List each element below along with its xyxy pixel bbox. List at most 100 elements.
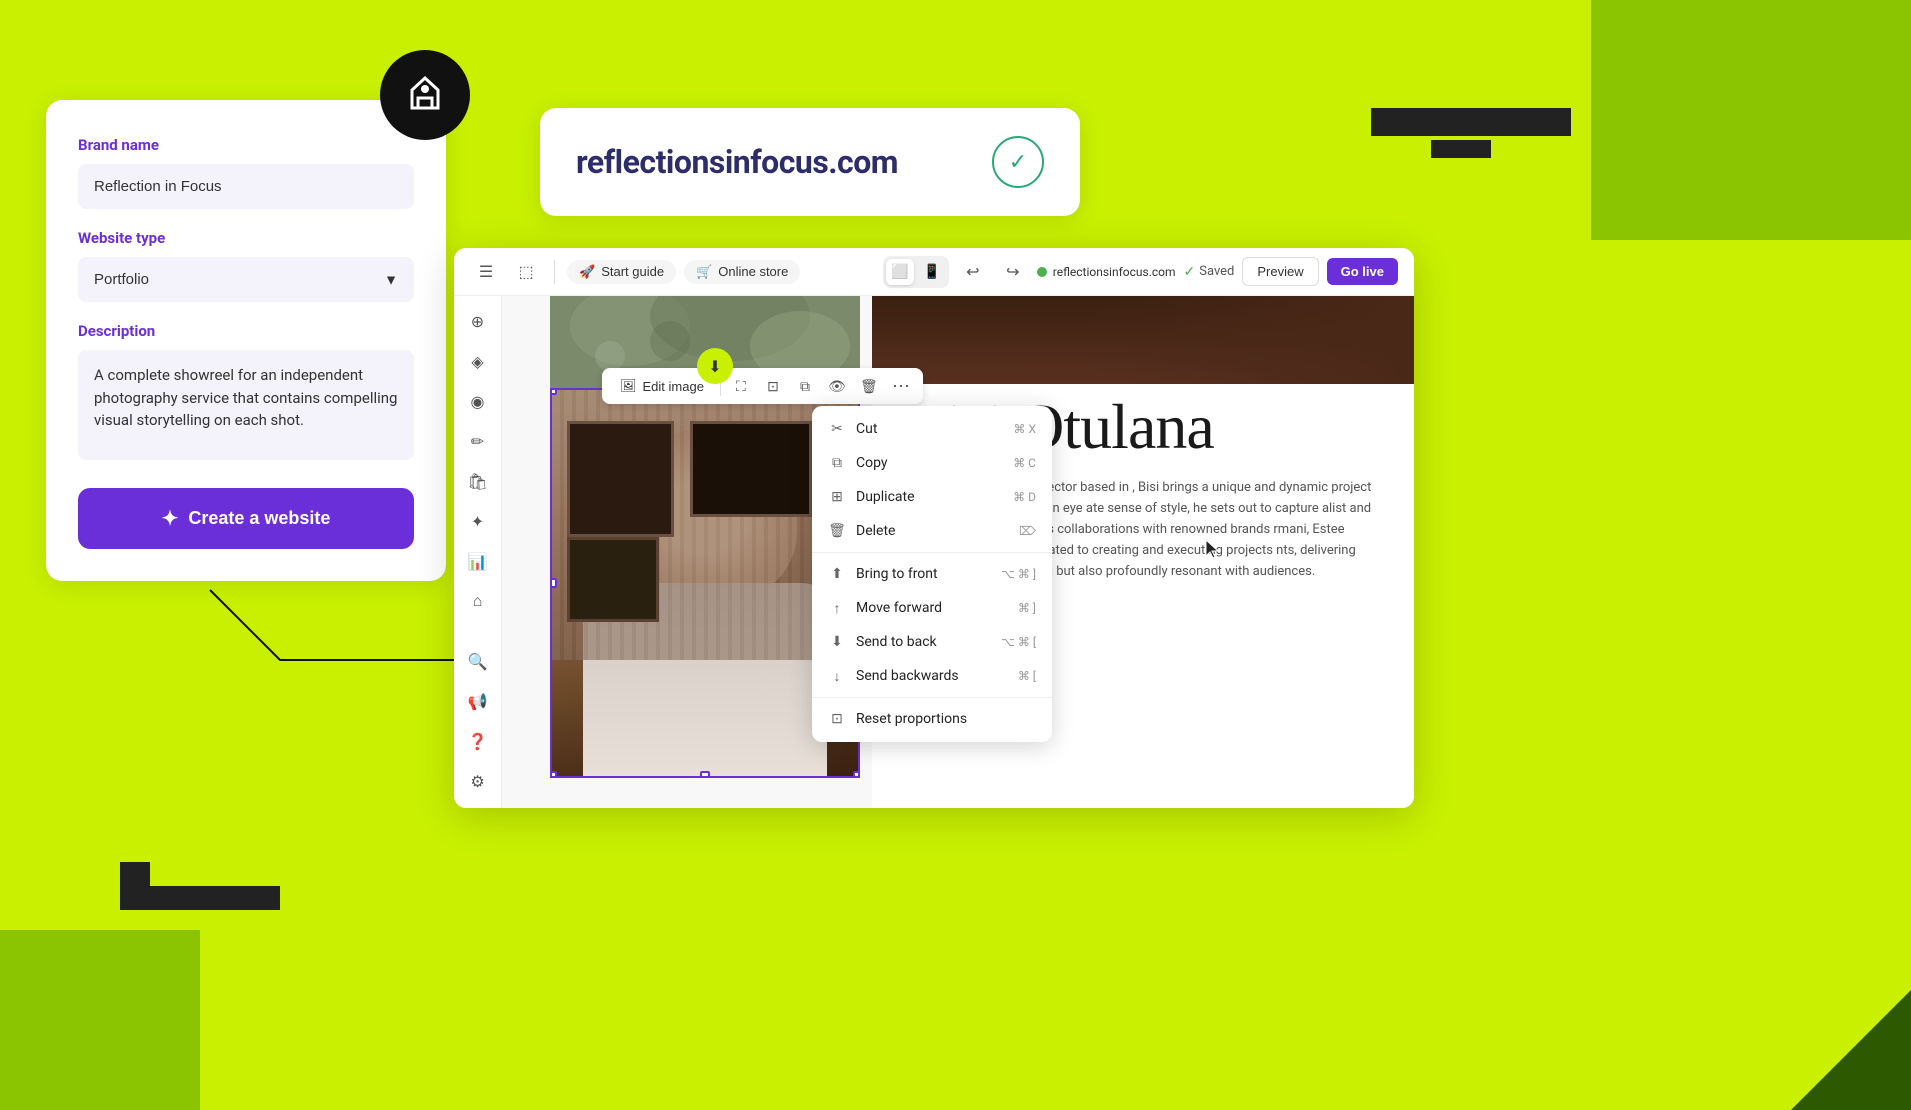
editor-panel: ☰ ⬚ 🚀 Start guide 🛒 Online store ⬜ 📱 ↩ ↪… — [454, 248, 1414, 808]
send-back-shortcut: ⌥ ⌘ [ — [1001, 635, 1036, 649]
start-guide-label: Start guide — [601, 264, 664, 279]
url-text: reflectionsinfocus.com — [1053, 265, 1176, 279]
sparkle-icon: ✦ — [162, 506, 179, 531]
send-backwards-label: Send backwards — [856, 668, 1008, 684]
form-card: Brand name Website type Portfolio Blog E… — [46, 100, 446, 581]
context-menu-sep-1 — [812, 552, 1052, 553]
toolbar-separator-1 — [554, 260, 555, 284]
go-live-button[interactable]: Go live — [1327, 258, 1398, 285]
handle-tl[interactable] — [550, 388, 557, 395]
context-menu-copy[interactable]: ⧉ Copy ⌘ C — [812, 446, 1052, 480]
expand-image-button[interactable]: ⛶ — [727, 372, 755, 400]
bg-rect-dark-1 — [1371, 108, 1571, 136]
logo — [380, 50, 470, 140]
top-photo-strip — [872, 296, 1414, 384]
start-guide-button[interactable]: 🚀 Start guide — [567, 260, 676, 284]
more-options-button[interactable]: ⋯ — [887, 372, 915, 400]
bg-triangle — [1791, 990, 1911, 1110]
duplicate-image-button[interactable]: ⧉ — [791, 372, 819, 400]
analytics-button[interactable]: 📊 — [460, 544, 496, 580]
context-menu: ✂ Cut ⌘ X ⧉ Copy ⌘ C ⊞ Duplicate ⌘ D 🗑 D… — [812, 406, 1052, 742]
domain-text: reflectionsinfocus.com — [576, 143, 898, 181]
download-indicator: ⬇ — [697, 348, 733, 384]
pages-icon-button[interactable]: ⬚ — [510, 256, 542, 288]
description-label: Description — [78, 322, 414, 340]
crop-image-button[interactable]: ⊡ — [759, 372, 787, 400]
bg-rect-dark-2 — [1431, 140, 1491, 158]
translate-button[interactable]: ⌂ — [460, 584, 496, 620]
delete-shortcut: ⌦ — [1019, 524, 1036, 538]
eye-image-button[interactable]: 👁 — [823, 372, 851, 400]
settings-button[interactable]: ⚙ — [460, 764, 496, 800]
website-type-label: Website type — [78, 229, 414, 247]
marketing-button[interactable]: 📢 — [460, 684, 496, 720]
sections-button[interactable]: ◈ — [460, 344, 496, 380]
editor-main: 🖼 Edit image ⛶ ⊡ ⧉ 👁 🗑 ⋯ ⬇ — [502, 296, 1414, 808]
edit-image-button[interactable]: 🖼 Edit image — [610, 373, 714, 399]
brand-input[interactable] — [78, 164, 414, 209]
copy-label: Copy — [856, 455, 1003, 471]
handle-br[interactable] — [853, 771, 860, 778]
help-button[interactable]: ❓ — [460, 724, 496, 760]
handle-bm[interactable] — [700, 771, 710, 778]
redo-button[interactable]: ↪ — [997, 256, 1029, 288]
send-back-icon: ⬇ — [828, 633, 846, 651]
delete-icon: 🗑 — [828, 522, 846, 540]
logo-icon — [400, 70, 450, 120]
cut-icon: ✂ — [828, 420, 846, 438]
online-store-button[interactable]: 🛒 Online store — [684, 260, 800, 284]
copy-shortcut: ⌘ C — [1013, 456, 1036, 470]
send-back-label: Send to back — [856, 634, 991, 650]
cut-shortcut: ⌘ X — [1014, 422, 1037, 436]
context-menu-sep-2 — [812, 697, 1052, 698]
bg-rect-dark-3 — [120, 886, 280, 910]
website-type-select[interactable]: Portfolio Blog E-commerce Business — [78, 257, 414, 302]
move-forward-icon: ↑ — [828, 599, 846, 617]
ai-button[interactable]: ◉ — [460, 384, 496, 420]
reset-proportions-label: Reset proportions — [856, 711, 1026, 727]
create-website-button[interactable]: ✦ Create a website — [78, 488, 414, 549]
toolbar-url: reflectionsinfocus.com — [1037, 265, 1176, 279]
context-menu-delete[interactable]: 🗑 Delete ⌦ — [812, 514, 1052, 548]
context-menu-send-backwards[interactable]: ↓ Send backwards ⌘ [ — [812, 659, 1052, 693]
edit-button[interactable]: ✏ — [460, 424, 496, 460]
menu-icon-button[interactable]: ☰ — [470, 256, 502, 288]
magic-button[interactable]: ✦ — [460, 504, 496, 540]
desktop-device-button[interactable]: ⬜ — [886, 259, 914, 285]
context-menu-move-forward[interactable]: ↑ Move forward ⌘ ] — [812, 591, 1052, 625]
delete-label: Delete — [856, 523, 1009, 539]
duplicate-shortcut: ⌘ D — [1013, 490, 1036, 504]
send-backwards-icon: ↓ — [828, 667, 846, 685]
context-menu-send-back[interactable]: ⬇ Send to back ⌥ ⌘ [ — [812, 625, 1052, 659]
preview-button[interactable]: Preview — [1242, 257, 1318, 286]
context-menu-duplicate[interactable]: ⊞ Duplicate ⌘ D — [812, 480, 1052, 514]
add-element-button[interactable]: ⊕ — [460, 304, 496, 340]
saved-indicator: ✓ Saved — [1184, 264, 1235, 280]
copy-icon: ⧉ — [828, 454, 846, 472]
create-btn-label: Create a website — [188, 508, 330, 529]
brand-label: Brand name — [78, 136, 414, 154]
duplicate-label: Duplicate — [856, 489, 1003, 505]
domain-check-icon: ✓ — [992, 136, 1044, 188]
bg-rect-dark-4 — [120, 862, 150, 886]
store-icon: 🛒 — [696, 264, 712, 280]
handle-bl[interactable] — [550, 771, 557, 778]
delete-image-button[interactable]: 🗑 — [855, 372, 883, 400]
saved-check-icon: ✓ — [1184, 264, 1196, 280]
editor-toolbar: ☰ ⬚ 🚀 Start guide 🛒 Online store ⬜ 📱 ↩ ↪… — [454, 248, 1414, 296]
url-live-dot — [1037, 267, 1047, 277]
duplicate-icon: ⊞ — [828, 488, 846, 506]
mobile-device-button[interactable]: 📱 — [918, 259, 946, 285]
description-textarea[interactable]: A complete showreel for an independent p… — [78, 350, 414, 460]
context-menu-cut[interactable]: ✂ Cut ⌘ X — [812, 412, 1052, 446]
context-menu-bring-front[interactable]: ⬆ Bring to front ⌥ ⌘ ] — [812, 557, 1052, 591]
bg-decoration-bottom-left — [0, 930, 200, 1110]
store-sidebar-button[interactable]: 🛍 — [460, 464, 496, 500]
cut-label: Cut — [856, 421, 1004, 437]
handle-ml[interactable] — [550, 578, 557, 588]
search-sidebar-button[interactable]: 🔍 — [460, 644, 496, 680]
edit-image-icon: 🖼 — [620, 378, 637, 394]
image-toolbar: 🖼 Edit image ⛶ ⊡ ⧉ 👁 🗑 ⋯ — [602, 368, 923, 404]
context-menu-reset-proportions[interactable]: ⊡ Reset proportions — [812, 702, 1052, 736]
undo-button[interactable]: ↩ — [957, 256, 989, 288]
